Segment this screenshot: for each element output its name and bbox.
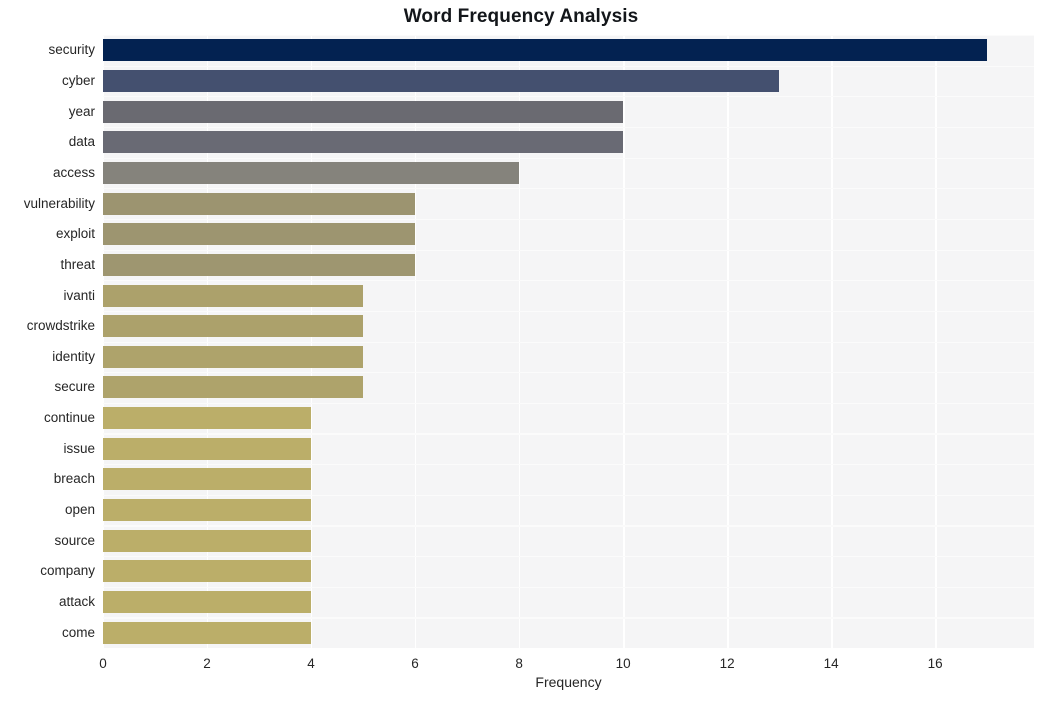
y-tick-label-crowdstrike: crowdstrike	[26, 318, 95, 334]
gridline-horizontal	[103, 372, 1034, 374]
x-tick-label-10: 10	[615, 656, 631, 671]
y-tick-label-company: company	[40, 563, 95, 579]
gridline-horizontal	[103, 494, 1034, 496]
bar-continue[interactable]	[103, 407, 312, 430]
gridline-horizontal	[103, 249, 1034, 251]
y-tick-label-identity: identity	[52, 348, 95, 364]
bar-crowdstrike[interactable]	[103, 315, 364, 338]
gridline-horizontal	[103, 280, 1034, 282]
gridline-horizontal	[103, 402, 1034, 404]
y-tick-label-ivanti: ivanti	[63, 287, 95, 303]
y-tick-label-access: access	[52, 164, 95, 180]
y-tick-label-security: security	[48, 42, 95, 58]
y-tick-label-source: source	[54, 532, 95, 548]
gridline-horizontal	[103, 157, 1034, 159]
bar-exploit[interactable]	[103, 223, 416, 246]
x-tick-label-2: 2	[203, 656, 211, 671]
x-tick-label-16: 16	[927, 656, 943, 671]
x-axis-title: Frequency	[535, 674, 602, 690]
x-tick-label-0: 0	[99, 656, 107, 671]
gridline-horizontal	[103, 556, 1034, 558]
gridline-horizontal	[103, 525, 1034, 527]
gridline-horizontal	[103, 65, 1034, 67]
y-tick-label-year: year	[68, 103, 95, 119]
y-tick-label-open: open	[64, 502, 95, 518]
y-tick-label-exploit: exploit	[55, 226, 95, 242]
y-tick-label-vulnerability: vulnerability	[23, 195, 95, 211]
bar-ivanti[interactable]	[103, 284, 364, 307]
bar-come[interactable]	[103, 621, 312, 644]
chart-figure: Word Frequency Analysis security cyber yea…	[0, 0, 1042, 701]
bar-breach[interactable]	[103, 468, 312, 491]
x-tick-label-8: 8	[515, 656, 523, 671]
y-axis-tick-labels: security cyber year data access vulnerability…	[0, 35, 95, 648]
y-tick-label-threat: threat	[60, 256, 95, 272]
gridline-horizontal	[103, 310, 1034, 313]
bar-source[interactable]	[103, 529, 312, 552]
bar-open[interactable]	[103, 499, 312, 522]
y-tick-label-come: come	[61, 624, 95, 640]
y-tick-label-continue: continue	[43, 410, 95, 426]
gridline-horizontal	[103, 96, 1034, 98]
y-tick-label-attack: attack	[58, 594, 95, 610]
y-tick-label-cyber: cyber	[61, 72, 95, 88]
bar-identity[interactable]	[103, 345, 364, 368]
bar-secure[interactable]	[103, 376, 364, 399]
x-tick-label-4: 4	[307, 656, 315, 671]
bar-issue[interactable]	[103, 437, 312, 460]
bar-cyber[interactable]	[103, 69, 780, 92]
y-tick-label-breach: breach	[53, 471, 95, 487]
gridline-horizontal	[103, 586, 1034, 588]
bar-security[interactable]	[103, 39, 988, 62]
plot-area	[103, 35, 1034, 648]
bar-vulnerability[interactable]	[103, 192, 416, 215]
gridline-horizontal	[103, 218, 1034, 221]
bar-company[interactable]	[103, 560, 312, 583]
page-title: Word Frequency Analysis	[403, 6, 639, 27]
bar-access[interactable]	[103, 161, 520, 184]
bar-threat[interactable]	[103, 253, 416, 276]
bar-data[interactable]	[103, 131, 624, 154]
y-tick-label-secure: secure	[54, 379, 95, 395]
gridline-horizontal	[103, 188, 1034, 190]
y-tick-label-issue: issue	[63, 440, 95, 456]
bar-year[interactable]	[103, 100, 624, 123]
gridline-horizontal	[103, 464, 1034, 466]
gridline-horizontal	[103, 617, 1034, 619]
x-tick-label-14: 14	[823, 656, 839, 671]
y-tick-label-data: data	[68, 134, 95, 150]
x-tick-label-12: 12	[719, 656, 735, 671]
bar-attack[interactable]	[103, 591, 312, 614]
gridline-horizontal	[103, 433, 1034, 435]
gridline-horizontal	[103, 35, 1034, 37]
x-tick-label-6: 6	[411, 656, 419, 671]
gridline-horizontal	[103, 126, 1034, 129]
gridline-horizontal	[103, 341, 1034, 343]
